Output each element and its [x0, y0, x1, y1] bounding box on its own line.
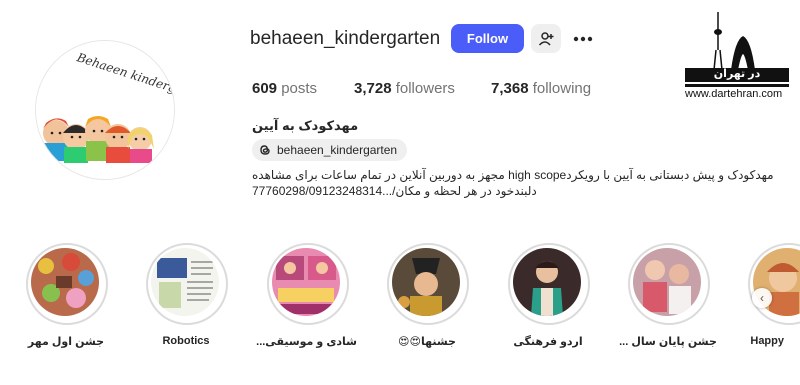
highlight-label: جشن پایان سال ...: [619, 336, 717, 348]
highlight-thumbnail: [513, 248, 581, 316]
highlight-thumbnail: [392, 248, 460, 316]
highlight-label: Happy: [750, 335, 784, 347]
highlight-label: شادی و موسیقی...: [256, 336, 357, 348]
followers-count: 3,728: [354, 80, 392, 97]
threads-badge[interactable]: behaeen_kindergarten: [252, 139, 408, 161]
profile-username: behaeen_kindergarten: [250, 28, 441, 49]
highlight-label: اردو فرهنگی: [513, 336, 583, 348]
highlight-label: جشن اول مهر: [27, 336, 105, 348]
highlights-prev-button[interactable]: ‹: [752, 288, 772, 308]
follow-button[interactable]: Follow: [451, 24, 524, 53]
threads-handle: behaeen_kindergarten: [277, 143, 398, 157]
watermark-logo-text: در تهران: [713, 68, 761, 80]
highlight-thumbnail: [633, 248, 701, 316]
threads-icon: [260, 145, 270, 155]
posts-count: 609: [252, 80, 278, 97]
bio-line-1: مهدکودک و پیش دبستانی به آیین با رویکردh…: [252, 168, 774, 182]
watermark-url: www.dartehran.com: [685, 88, 783, 100]
highlight-thumbnail: [272, 248, 340, 316]
more-options-button[interactable]: [572, 29, 594, 49]
following-stat[interactable]: 7,368 following: [491, 80, 591, 97]
highlight-label: جشنها😍😍: [398, 336, 456, 348]
profile-bio: مهدکودک و پیش دبستانی به آیین با رویکردh…: [252, 167, 777, 199]
story-highlight[interactable]: جشنها😍😍: [387, 243, 471, 353]
suggest-users-button[interactable]: [531, 24, 561, 53]
more-options-icon: [573, 36, 593, 42]
followers-stat[interactable]: 3,728 followers: [354, 80, 455, 97]
story-highlight[interactable]: جشن اول مهر: [26, 243, 110, 353]
story-highlight[interactable]: شادی و موسیقی...: [256, 243, 357, 353]
add-user-icon: [538, 31, 554, 46]
story-highlight[interactable]: جشن پایان سال ...: [619, 243, 717, 353]
story-highlight[interactable]: اردو فرهنگی: [508, 243, 592, 353]
posts-stat: 609 posts: [252, 80, 317, 97]
highlight-thumbnail: [31, 248, 99, 316]
following-count: 7,368: [491, 80, 529, 97]
story-highlight[interactable]: Robotics: [146, 243, 230, 353]
highlight-thumbnail: [151, 248, 219, 316]
following-label: following: [532, 80, 592, 97]
bio-line-2: دلبندخود در هر لحظه و مکان/...77760298/0…: [252, 184, 537, 198]
followers-label: followers: [395, 80, 455, 97]
chevron-left-icon: ‹: [760, 291, 764, 305]
profile-avatar[interactable]: Behaeen kindergarten: [35, 40, 175, 180]
posts-label: posts: [281, 80, 318, 97]
highlight-label: Robotics: [162, 335, 210, 347]
profile-full-name: مهدکودک به آیین: [252, 118, 359, 133]
